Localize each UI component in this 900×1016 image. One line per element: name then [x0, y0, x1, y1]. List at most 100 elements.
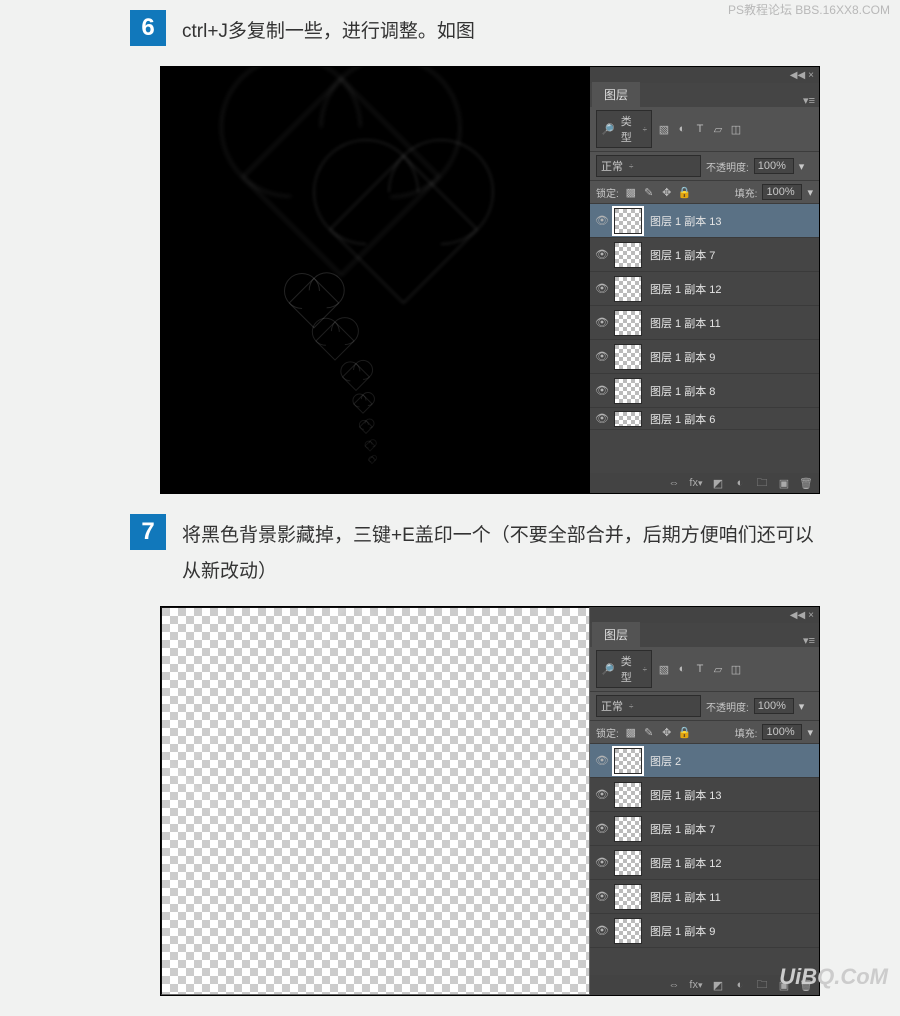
layer-row[interactable]: 👁 图层 1 副本 9: [590, 340, 819, 374]
visibility-icon[interactable]: 👁: [590, 248, 614, 261]
layer-kind-select[interactable]: 🔎 类型 ÷: [596, 650, 652, 688]
layer-thumb[interactable]: [614, 748, 642, 774]
filter-shape-icon[interactable]: ▱: [711, 662, 725, 676]
layer-thumb[interactable]: [614, 378, 642, 404]
tab-layers[interactable]: 图层: [592, 622, 640, 647]
opacity-input[interactable]: 100%: [754, 158, 794, 174]
link-icon[interactable]: ⇔: [667, 978, 681, 992]
canvas-black: [161, 67, 590, 493]
tab-layers[interactable]: 图层: [592, 82, 640, 107]
layer-thumb[interactable]: [614, 918, 642, 944]
chevron-down-icon[interactable]: ▾: [807, 186, 813, 199]
layer-name: 图层 2: [650, 753, 681, 769]
layer-row[interactable]: 👁 图层 1 副本 12: [590, 846, 819, 880]
visibility-icon[interactable]: 👁: [590, 214, 614, 227]
panel-menu-icon[interactable]: ▾≡: [803, 94, 815, 107]
opacity-input[interactable]: 100%: [754, 698, 794, 714]
filter-adjust-icon[interactable]: ◐: [675, 122, 689, 136]
filter-type-icon[interactable]: T: [693, 662, 707, 676]
visibility-icon[interactable]: 👁: [590, 754, 614, 767]
close-icon[interactable]: ×: [808, 610, 814, 621]
canvas-transparent: [161, 607, 590, 995]
layer-row[interactable]: 👁 图层 1 副本 6: [590, 408, 819, 430]
layer-row[interactable]: 👁 图层 1 副本 11: [590, 306, 819, 340]
layers-panel: ◀◀ × 图层 ▾≡ 🔎 类型 ÷ ▧ ◐ T ▱ ◫: [590, 607, 819, 995]
lock-position-icon[interactable]: ✥: [660, 725, 674, 739]
visibility-icon[interactable]: 👁: [590, 890, 614, 903]
collapse-icon[interactable]: ◀◀: [790, 610, 805, 621]
layer-row[interactable]: 👁 图层 1 副本 11: [590, 880, 819, 914]
lock-label: 锁定:: [596, 185, 619, 200]
lock-trans-icon[interactable]: ▩: [624, 185, 638, 199]
chevron-down-icon[interactable]: ▾: [799, 700, 805, 713]
layer-row[interactable]: 👁 图层 1 副本 8: [590, 374, 819, 408]
lock-image-icon[interactable]: ✎: [642, 725, 656, 739]
filter-pixel-icon[interactable]: ▧: [657, 662, 671, 676]
panel-bottom: ⇔ fx▾ ◩ ◐ 🗀 ▣ 🗑: [590, 473, 819, 493]
visibility-icon[interactable]: 👁: [590, 856, 614, 869]
visibility-icon[interactable]: 👁: [590, 350, 614, 363]
layers-list: 👁 图层 2 👁 图层 1 副本 13 👁 图层 1 副本 7 👁: [590, 744, 819, 975]
new-layer-icon[interactable]: ▣: [777, 476, 791, 490]
visibility-icon[interactable]: 👁: [590, 384, 614, 397]
filter-smart-icon[interactable]: ◫: [729, 662, 743, 676]
layer-thumb[interactable]: [614, 242, 642, 268]
visibility-icon[interactable]: 👁: [590, 822, 614, 835]
layer-thumb[interactable]: [614, 344, 642, 370]
lock-image-icon[interactable]: ✎: [642, 185, 656, 199]
layer-thumb[interactable]: [614, 411, 642, 427]
layer-row[interactable]: 👁 图层 1 副本 13: [590, 204, 819, 238]
lock-all-icon[interactable]: 🔒: [678, 185, 692, 199]
group-icon[interactable]: 🗀: [755, 978, 769, 992]
layer-row[interactable]: 👁 图层 1 副本 7: [590, 812, 819, 846]
layer-kind-select[interactable]: 🔎 类型 ÷: [596, 110, 652, 148]
blend-mode-select[interactable]: 正常 ÷: [596, 695, 701, 717]
layer-thumb[interactable]: [614, 816, 642, 842]
mask-icon[interactable]: ◩: [711, 978, 725, 992]
lock-trans-icon[interactable]: ▩: [624, 725, 638, 739]
fx-icon[interactable]: fx▾: [689, 476, 703, 490]
layer-thumb[interactable]: [614, 276, 642, 302]
lock-label: 锁定:: [596, 725, 619, 740]
group-icon[interactable]: 🗀: [755, 476, 769, 490]
link-icon[interactable]: ⇔: [667, 476, 681, 490]
filter-pixel-icon[interactable]: ▧: [657, 122, 671, 136]
layer-thumb[interactable]: [614, 850, 642, 876]
lock-all-icon[interactable]: 🔒: [678, 725, 692, 739]
blend-mode-select[interactable]: 正常 ÷: [596, 155, 701, 177]
fill-input[interactable]: 100%: [762, 724, 802, 740]
layer-row[interactable]: 👁 图层 1 副本 12: [590, 272, 819, 306]
chevron-down-icon[interactable]: ▾: [807, 726, 813, 739]
layer-thumb[interactable]: [614, 208, 642, 234]
filter-type-icon[interactable]: T: [693, 122, 707, 136]
layer-name: 图层 1 副本 12: [650, 855, 722, 871]
layer-row[interactable]: 👁 图层 2: [590, 744, 819, 778]
fx-icon[interactable]: fx▾: [689, 978, 703, 992]
layer-thumb[interactable]: [614, 782, 642, 808]
visibility-icon[interactable]: 👁: [590, 788, 614, 801]
opacity-label: 不透明度:: [706, 159, 749, 174]
layer-thumb[interactable]: [614, 310, 642, 336]
visibility-icon[interactable]: 👁: [590, 316, 614, 329]
layer-thumb[interactable]: [614, 884, 642, 910]
adjustment-icon[interactable]: ◐: [733, 476, 747, 490]
fill-input[interactable]: 100%: [762, 184, 802, 200]
filter-smart-icon[interactable]: ◫: [729, 122, 743, 136]
visibility-icon[interactable]: 👁: [590, 412, 614, 425]
layer-row[interactable]: 👁 图层 1 副本 7: [590, 238, 819, 272]
filter-adjust-icon[interactable]: ◐: [675, 662, 689, 676]
lock-position-icon[interactable]: ✥: [660, 185, 674, 199]
close-icon[interactable]: ×: [808, 70, 814, 81]
collapse-icon[interactable]: ◀◀: [790, 70, 805, 81]
layer-row[interactable]: 👁 图层 1 副本 13: [590, 778, 819, 812]
delete-icon[interactable]: 🗑: [799, 476, 813, 490]
step-text-7: 将黑色背景影藏掉，三键+E盖印一个（不要全部合并，后期方便咱们还可以从新改动）: [182, 514, 820, 590]
visibility-icon[interactable]: 👁: [590, 924, 614, 937]
chevron-down-icon[interactable]: ▾: [799, 160, 805, 173]
filter-shape-icon[interactable]: ▱: [711, 122, 725, 136]
panel-menu-icon[interactable]: ▾≡: [803, 634, 815, 647]
visibility-icon[interactable]: 👁: [590, 282, 614, 295]
layer-row[interactable]: 👁 图层 1 副本 9: [590, 914, 819, 948]
adjustment-icon[interactable]: ◐: [733, 978, 747, 992]
mask-icon[interactable]: ◩: [711, 476, 725, 490]
